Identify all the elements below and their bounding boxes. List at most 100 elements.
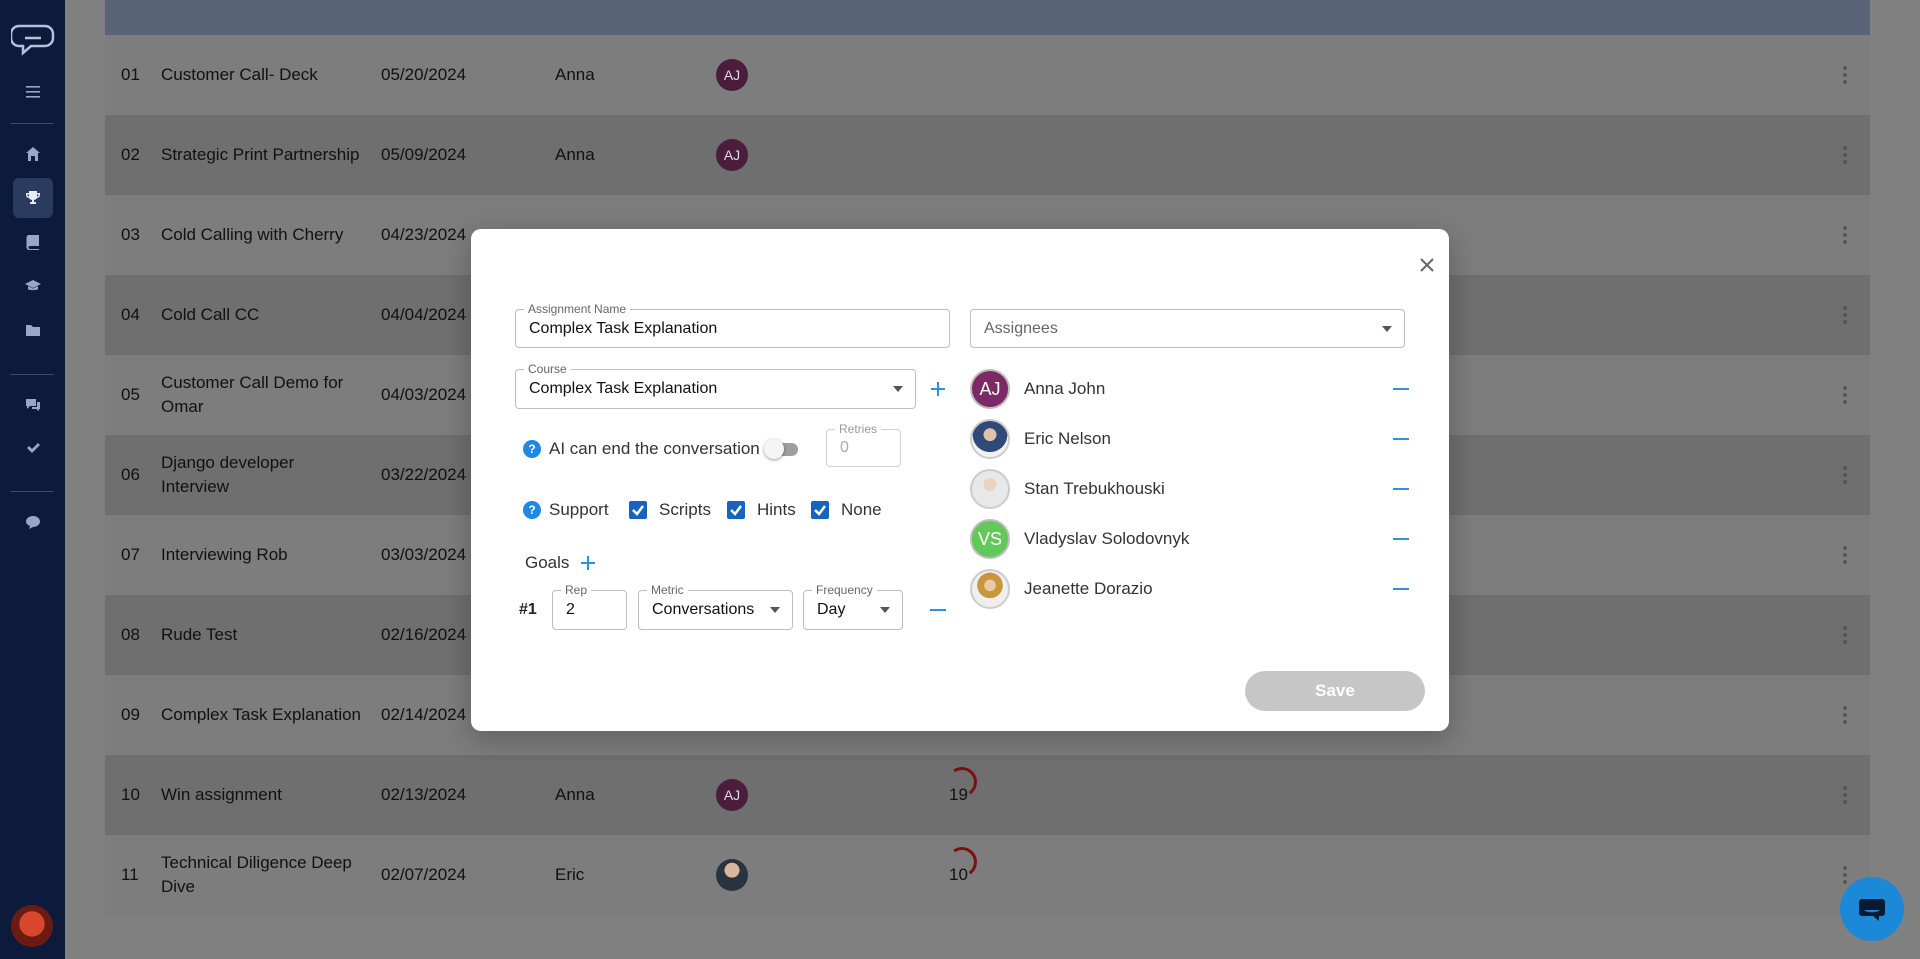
row-actions-button[interactable]: [1835, 515, 1855, 595]
user-avatar[interactable]: [11, 905, 53, 947]
assignee-item: Stan Trebukhouski: [970, 469, 1430, 511]
table-row[interactable]: 10 Win assignment 02/13/2024 Anna AJ 19: [105, 755, 1870, 835]
assignment-name: Interviewing Rob: [161, 545, 288, 564]
assignment-name: Django developer Interview: [161, 453, 295, 496]
minus-icon: [1393, 488, 1409, 490]
row-number: 03: [121, 225, 140, 244]
table-row[interactable]: 11 Technical Diligence Deep Dive 02/07/202…: [105, 835, 1870, 915]
goal-metric-select[interactable]: Metric Conversations: [638, 583, 793, 630]
assignment-name: Cold Calling with Cherry: [161, 225, 344, 244]
scripts-checkbox[interactable]: [629, 501, 647, 519]
book-icon[interactable]: [20, 229, 46, 255]
row-number: 02: [121, 145, 140, 164]
kebab-menu-icon: [1843, 66, 1847, 84]
remove-assignee-button[interactable]: [1390, 378, 1412, 400]
row-actions-button[interactable]: [1835, 115, 1855, 195]
chevron-down-icon: [1382, 325, 1392, 332]
sidebar-divider: [10, 123, 54, 124]
row-number: 05: [121, 385, 140, 404]
help-icon[interactable]: ?: [523, 440, 541, 458]
retries-field[interactable]: Retries 0: [826, 422, 901, 467]
row-actions-button[interactable]: [1835, 35, 1855, 115]
assignment-name-field[interactable]: Assignment Name Complex Task Explanation: [515, 302, 950, 348]
assignee-name: Stan Trebukhouski: [1024, 479, 1165, 498]
avatar: [970, 469, 1010, 509]
check-icon[interactable]: [20, 435, 46, 461]
assignee-name: Jeanette Dorazio: [1024, 579, 1153, 598]
add-goal-button[interactable]: [577, 552, 599, 574]
minus-icon: [1393, 538, 1409, 540]
assignee-item: AJ Anna John: [970, 369, 1430, 411]
folder-icon[interactable]: [20, 317, 46, 343]
chevron-down-icon: [770, 607, 780, 613]
check-icon: [730, 505, 742, 516]
remove-assignee-button[interactable]: [1390, 428, 1412, 450]
assignees-select[interactable]: Assignees: [970, 309, 1405, 348]
menu-icon[interactable]: [20, 79, 46, 105]
row-number: 07: [121, 545, 140, 564]
row-actions-button[interactable]: [1835, 355, 1855, 435]
hints-checkbox[interactable]: [727, 501, 745, 519]
progress-cell: 19: [944, 755, 1025, 835]
kebab-menu-icon: [1843, 546, 1847, 564]
trophy-icon[interactable]: [13, 178, 53, 218]
close-icon: [1420, 258, 1434, 272]
row-actions-button[interactable]: [1835, 195, 1855, 275]
logo-icon[interactable]: [9, 20, 55, 60]
assignment-name: Customer Call Demo for Omar: [161, 373, 344, 416]
course-select[interactable]: Course Complex Task Explanation: [515, 362, 916, 409]
remove-assignee-button[interactable]: [1390, 528, 1412, 550]
goal-frequency-value: Day: [817, 601, 846, 618]
row-actions-button[interactable]: [1835, 755, 1855, 835]
ai-end-toggle[interactable]: [764, 439, 800, 459]
avatar: [716, 859, 748, 891]
progress-cell: [945, 35, 1025, 115]
ai-end-label: AI can end the conversation: [549, 439, 760, 458]
creation-date: 02/13/2024: [381, 785, 467, 804]
goal-rep-field[interactable]: Rep 2: [552, 583, 627, 630]
sidebar-divider: [10, 491, 54, 492]
sidebar: [0, 0, 65, 959]
kebab-menu-icon: [1843, 146, 1847, 164]
save-button[interactable]: Save: [1245, 671, 1425, 711]
assignee-name: Anna John: [1024, 379, 1106, 398]
creation-date: 05/20/2024: [381, 65, 467, 84]
assigned-by: Eric: [555, 865, 585, 884]
assignment-name: Technical Diligence Deep Dive: [161, 853, 352, 896]
comment-icon[interactable]: [20, 509, 46, 535]
kebab-menu-icon: [1843, 226, 1847, 244]
assignment-name: Complex Task Explanation: [161, 705, 362, 724]
table-row[interactable]: 02 Strategic Print Partnership 05/09/2024 A…: [105, 115, 1870, 195]
avatar: AJ: [716, 139, 748, 171]
remove-goal-button[interactable]: [927, 599, 949, 621]
row-actions-button[interactable]: [1835, 675, 1855, 755]
none-label: None: [841, 500, 882, 519]
kebab-menu-icon: [1843, 866, 1847, 884]
add-course-button[interactable]: [927, 378, 949, 400]
none-checkbox[interactable]: [811, 501, 829, 519]
row-actions-button[interactable]: [1835, 595, 1855, 675]
help-icon[interactable]: ?: [523, 501, 541, 519]
assignment-name: Cold Call CC: [161, 305, 260, 324]
row-actions-button[interactable]: [1835, 275, 1855, 355]
assignee-name: Vladyslav Solodovnyk: [1024, 529, 1190, 548]
remove-assignee-button[interactable]: [1390, 578, 1412, 600]
assignment-name: Win assignment: [161, 785, 282, 804]
chat-icon[interactable]: [20, 392, 46, 418]
remove-assignee-button[interactable]: [1390, 478, 1412, 500]
avatar: VS: [970, 519, 1010, 559]
graduation-cap-icon[interactable]: [20, 273, 46, 299]
goal-frequency-select[interactable]: Frequency Day: [803, 583, 903, 630]
creation-date: 02/07/2024: [381, 865, 467, 884]
avatar: AJ: [716, 59, 748, 91]
home-icon[interactable]: [20, 141, 46, 167]
goals-label: Goals: [525, 553, 570, 572]
assignees-cell: [716, 835, 916, 915]
progress-value: 10: [944, 844, 980, 887]
plus-icon: [931, 382, 945, 396]
chat-bubble-button[interactable]: [1840, 877, 1904, 941]
assignment-name: Customer Call- Deck: [161, 65, 318, 84]
row-actions-button[interactable]: [1835, 435, 1855, 515]
table-row[interactable]: 01 Customer Call- Deck 05/20/2024 Anna AJ: [105, 35, 1870, 115]
close-button[interactable]: [1417, 255, 1437, 275]
